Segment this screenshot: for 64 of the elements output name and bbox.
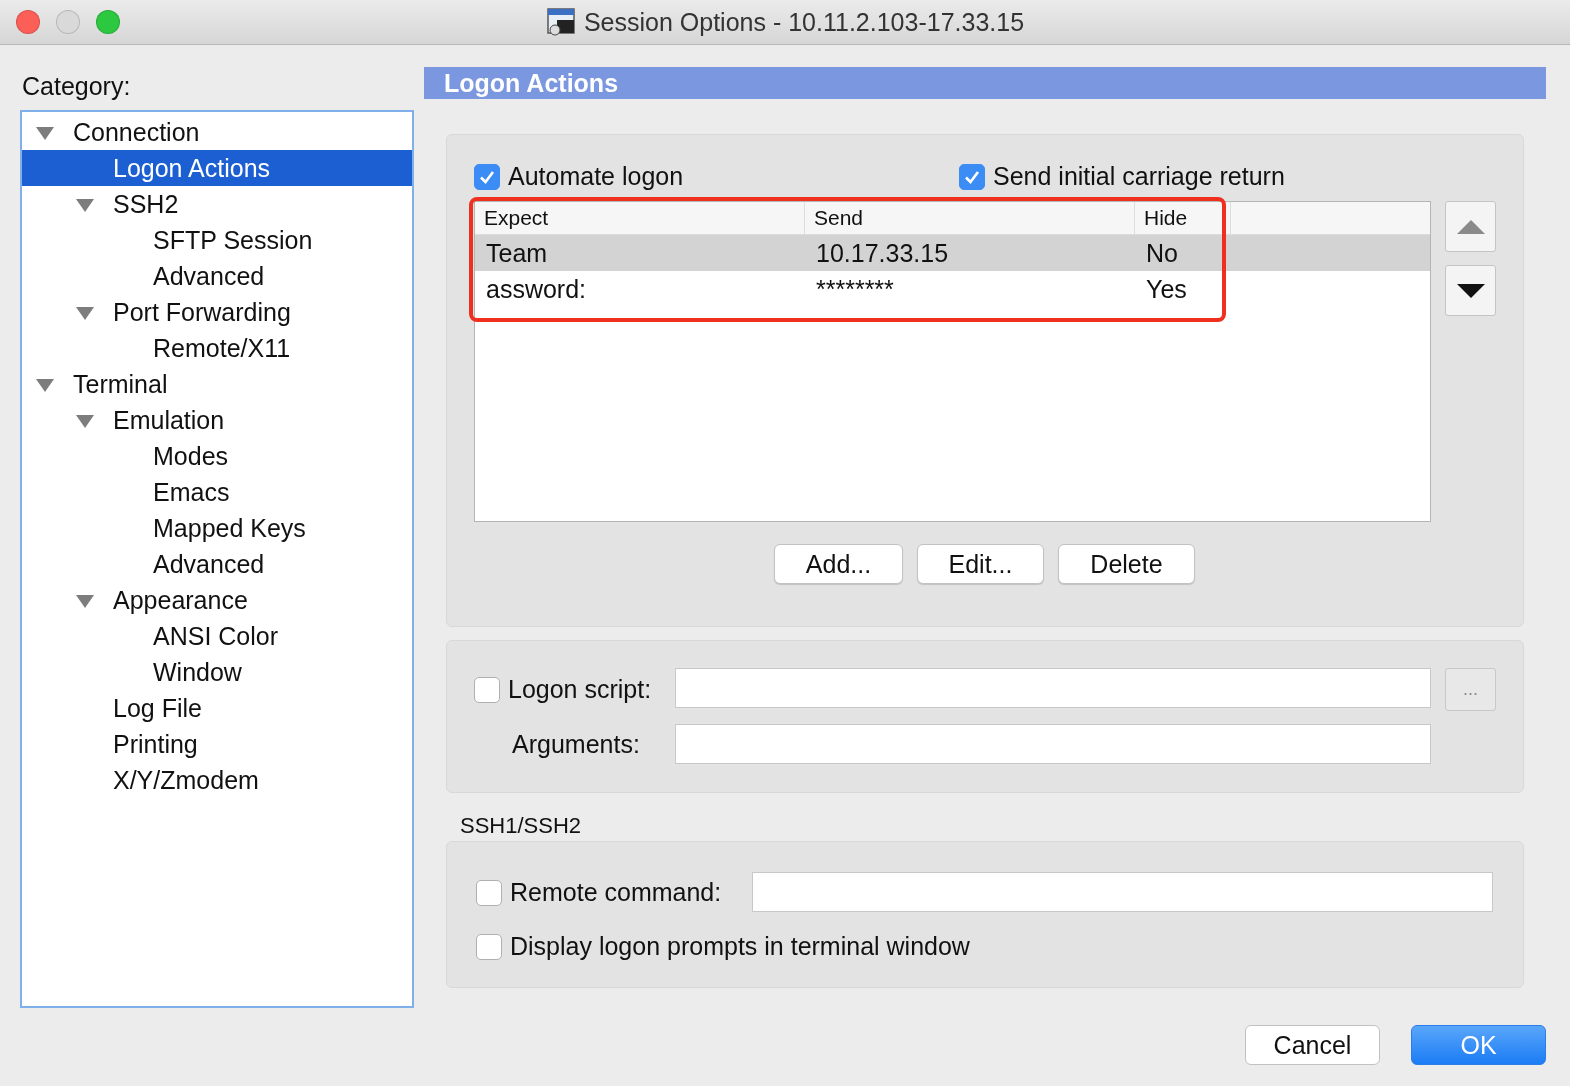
down-triangle-icon (1456, 283, 1485, 298)
table-cell-text: Yes (1145, 274, 1188, 304)
expanded-triangle-icon[interactable] (76, 414, 94, 428)
column-header[interactable]: Send (805, 202, 1135, 234)
expanded-triangle-icon[interactable] (76, 198, 94, 212)
tree-item[interactable]: Emulation (22, 402, 412, 438)
tree-item[interactable]: Mapped Keys (22, 510, 412, 546)
tree-item[interactable]: Connection (22, 114, 412, 150)
expanded-triangle-icon[interactable] (76, 594, 94, 608)
checkbox-label: Remote command: (510, 878, 722, 907)
section-label: SSH1/SSH2 (460, 813, 583, 839)
table-cell-text: 10.17.33.15 (815, 238, 950, 268)
arguments-field[interactable] (675, 724, 1431, 764)
zoom-button[interactable] (96, 10, 120, 34)
tree-item[interactable]: Window (22, 654, 412, 690)
tree-item[interactable]: Port Forwarding (22, 294, 412, 330)
terminal-window-icon (545, 7, 576, 37)
expanded-triangle-icon[interactable] (36, 126, 54, 140)
tree-item[interactable]: Logon Actions (22, 150, 412, 186)
expanded-triangle-icon[interactable] (76, 306, 94, 320)
category-label: Category: (22, 71, 132, 101)
column-header[interactable]: Expect (475, 202, 805, 234)
tree-item[interactable]: Terminal (22, 366, 412, 402)
tree-item[interactable]: Modes (22, 438, 412, 474)
tree-item[interactable]: Appearance (22, 582, 412, 618)
checkbox[interactable] (474, 676, 500, 703)
tree-item[interactable]: SSH2 (22, 186, 412, 222)
table-cell-text: assword: (485, 274, 588, 304)
tree-item[interactable]: Log File (22, 690, 412, 726)
tree-item[interactable]: Remote/X11 (22, 330, 412, 366)
tree-item[interactable]: ANSI Color (22, 618, 412, 654)
action-button[interactable]: Edit... (917, 544, 1044, 584)
checkbox[interactable] (476, 879, 502, 906)
dialog-button[interactable]: Cancel (1245, 1025, 1380, 1065)
field-label: Arguments: (512, 730, 640, 759)
table-cell-text: No (1145, 238, 1179, 268)
expanded-triangle-icon[interactable] (36, 378, 54, 392)
tree-item[interactable]: Advanced (22, 258, 412, 294)
checkbox-label: Display logon prompts in terminal window (510, 932, 970, 961)
remote-command-field[interactable] (752, 872, 1493, 912)
move-down-button[interactable] (1445, 265, 1496, 316)
tree-item[interactable]: Advanced (22, 546, 412, 582)
table-cell-text: Team (485, 238, 549, 268)
checkbox-label: Automate logon (508, 162, 684, 191)
move-up-button[interactable] (1445, 201, 1496, 252)
window-title: Session Options - 10.11.2.103-17.33.15 (583, 7, 1025, 37)
action-button[interactable]: Delete (1058, 544, 1195, 584)
checkbox[interactable] (959, 163, 985, 190)
table-row[interactable]: Team 10.17.33.15 No (475, 235, 1430, 271)
tree-item[interactable]: SFTP Session (22, 222, 412, 258)
column-header[interactable]: Hide (1135, 202, 1231, 234)
logon-script-field[interactable] (675, 668, 1431, 708)
table-cell-text: ******** (815, 274, 895, 304)
tree-item[interactable]: Emacs (22, 474, 412, 510)
checkbox-label: Logon script: (508, 675, 652, 704)
checkbox[interactable] (476, 933, 502, 960)
tree-item[interactable]: X/Y/Zmodem (22, 762, 412, 798)
tree-item[interactable]: Printing (22, 726, 412, 762)
action-button[interactable]: Add... (774, 544, 903, 584)
panel-title: Logon Actions (424, 67, 1546, 99)
checkbox-label: Send initial carriage return (993, 162, 1285, 191)
close-button[interactable] (16, 10, 40, 34)
checkbox[interactable] (474, 163, 500, 190)
up-triangle-icon (1456, 219, 1485, 234)
